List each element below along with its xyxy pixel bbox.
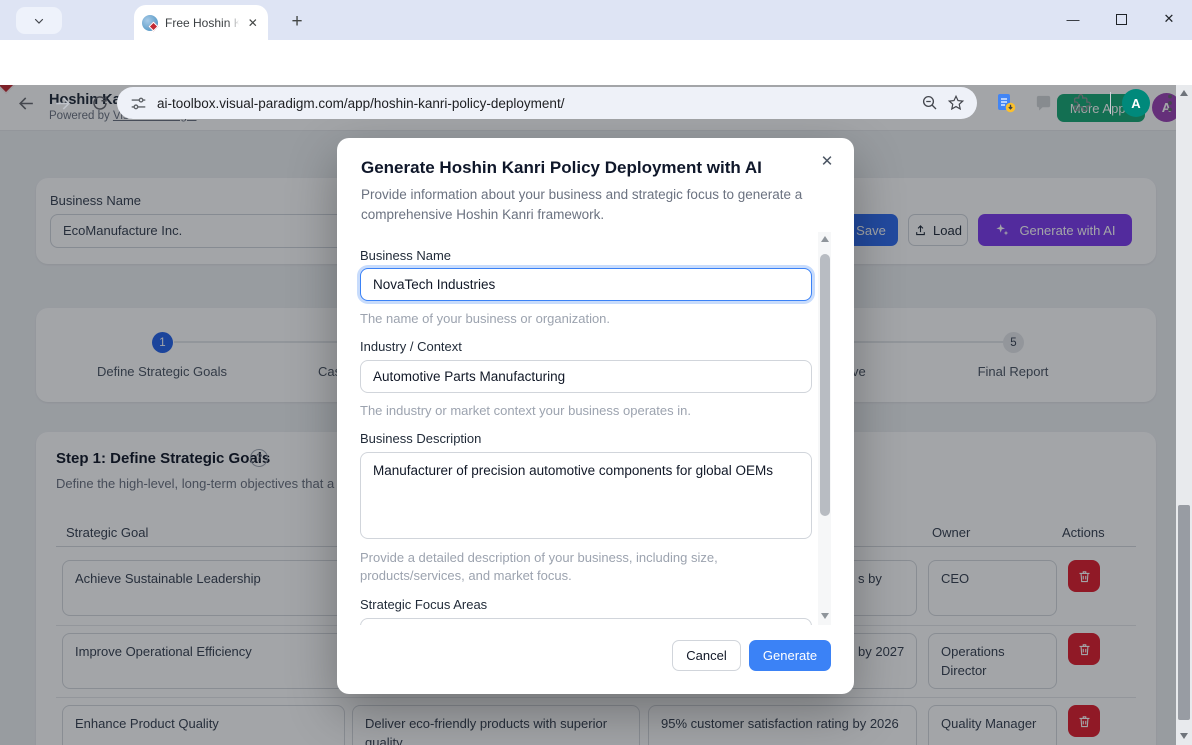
generate-ai-dialog: ✕ Generate Hoshin Kanri Policy Deploymen… xyxy=(337,138,854,694)
scroll-down-arrow-icon[interactable] xyxy=(1180,733,1188,739)
address-bar[interactable]: ai-toolbox.visual-paradigm.com/app/hoshi… xyxy=(117,87,977,119)
forward-icon[interactable] xyxy=(50,91,74,115)
business-description-help: Provide a detailed description of your b… xyxy=(360,550,718,584)
page-scrollbar-thumb[interactable] xyxy=(1178,505,1190,720)
browser-profile-avatar[interactable]: A xyxy=(1122,89,1150,117)
page-scrollbar[interactable] xyxy=(1176,85,1192,745)
browser-tab[interactable]: Free Hoshin Kanri Tool: Plan & E ✕ xyxy=(134,5,268,40)
tab-favicon-icon xyxy=(142,14,159,31)
dialog-title: Generate Hoshin Kanri Policy Deployment … xyxy=(361,158,762,177)
industry-input[interactable] xyxy=(360,360,812,393)
browser-toolbar: ai-toolbox.visual-paradigm.com/app/hoshi… xyxy=(0,40,1192,119)
window-close-button[interactable]: ✕ xyxy=(1154,4,1184,34)
industry-help: The industry or market context your busi… xyxy=(360,403,691,418)
dialog-scroll-down-arrow-icon[interactable] xyxy=(820,613,829,619)
browser-tab-strip: Free Hoshin Kanri Tool: Plan & E ✕ + — ✕ xyxy=(0,0,1192,40)
site-info-icon[interactable] xyxy=(130,95,147,112)
cancel-button[interactable]: Cancel xyxy=(672,640,741,671)
screen: Free Hoshin Kanri Tool: Plan & E ✕ + — ✕… xyxy=(0,0,1192,745)
industry-label: Industry / Context xyxy=(360,339,462,354)
business-description-textarea[interactable]: Manufacturer of precision automotive com… xyxy=(360,452,812,539)
business-name-input[interactable] xyxy=(360,268,812,301)
dialog-scrollbar[interactable] xyxy=(818,232,831,625)
strategic-focus-input[interactable] xyxy=(360,618,812,625)
business-name-label: Business Name xyxy=(360,248,452,263)
back-icon[interactable] xyxy=(14,91,38,115)
new-tab-button[interactable]: + xyxy=(284,9,310,35)
side-panel-icon[interactable] xyxy=(1031,91,1055,115)
download-doc-extension-icon[interactable] xyxy=(994,91,1018,115)
generate-button[interactable]: Generate xyxy=(749,640,831,671)
dialog-close-icon[interactable]: ✕ xyxy=(816,150,838,172)
window-minimize-button[interactable]: — xyxy=(1058,4,1088,34)
strategic-focus-label: Strategic Focus Areas xyxy=(360,597,488,612)
profile-initial: A xyxy=(1131,95,1141,111)
business-description-label: Business Description xyxy=(360,431,482,446)
dialog-scrollbar-thumb[interactable] xyxy=(819,254,830,516)
dialog-scroll-up-arrow-icon[interactable] xyxy=(820,236,829,242)
extensions-puzzle-icon[interactable] xyxy=(1070,91,1094,115)
url-text: ai-toolbox.visual-paradigm.com/app/hoshi… xyxy=(157,95,565,111)
bookmark-star-icon[interactable] xyxy=(947,94,965,112)
tab-search-button[interactable] xyxy=(16,7,62,34)
dialog-form-scroll-area: Business Name The name of your business … xyxy=(337,232,854,625)
business-name-help: The name of your business or organizatio… xyxy=(360,311,611,326)
browser-menu-kebab-icon[interactable] xyxy=(1158,91,1182,115)
window-maximize-button[interactable] xyxy=(1106,4,1136,34)
tab-close-icon[interactable]: ✕ xyxy=(246,15,260,31)
tab-title: Free Hoshin Kanri Tool: Plan & E xyxy=(165,15,239,30)
reload-icon[interactable] xyxy=(88,91,112,115)
toolbar-divider xyxy=(1110,92,1111,114)
zoom-out-icon[interactable] xyxy=(921,94,939,112)
dialog-subtitle: Provide information about your business … xyxy=(361,187,803,223)
chevron-down-icon xyxy=(33,15,45,27)
